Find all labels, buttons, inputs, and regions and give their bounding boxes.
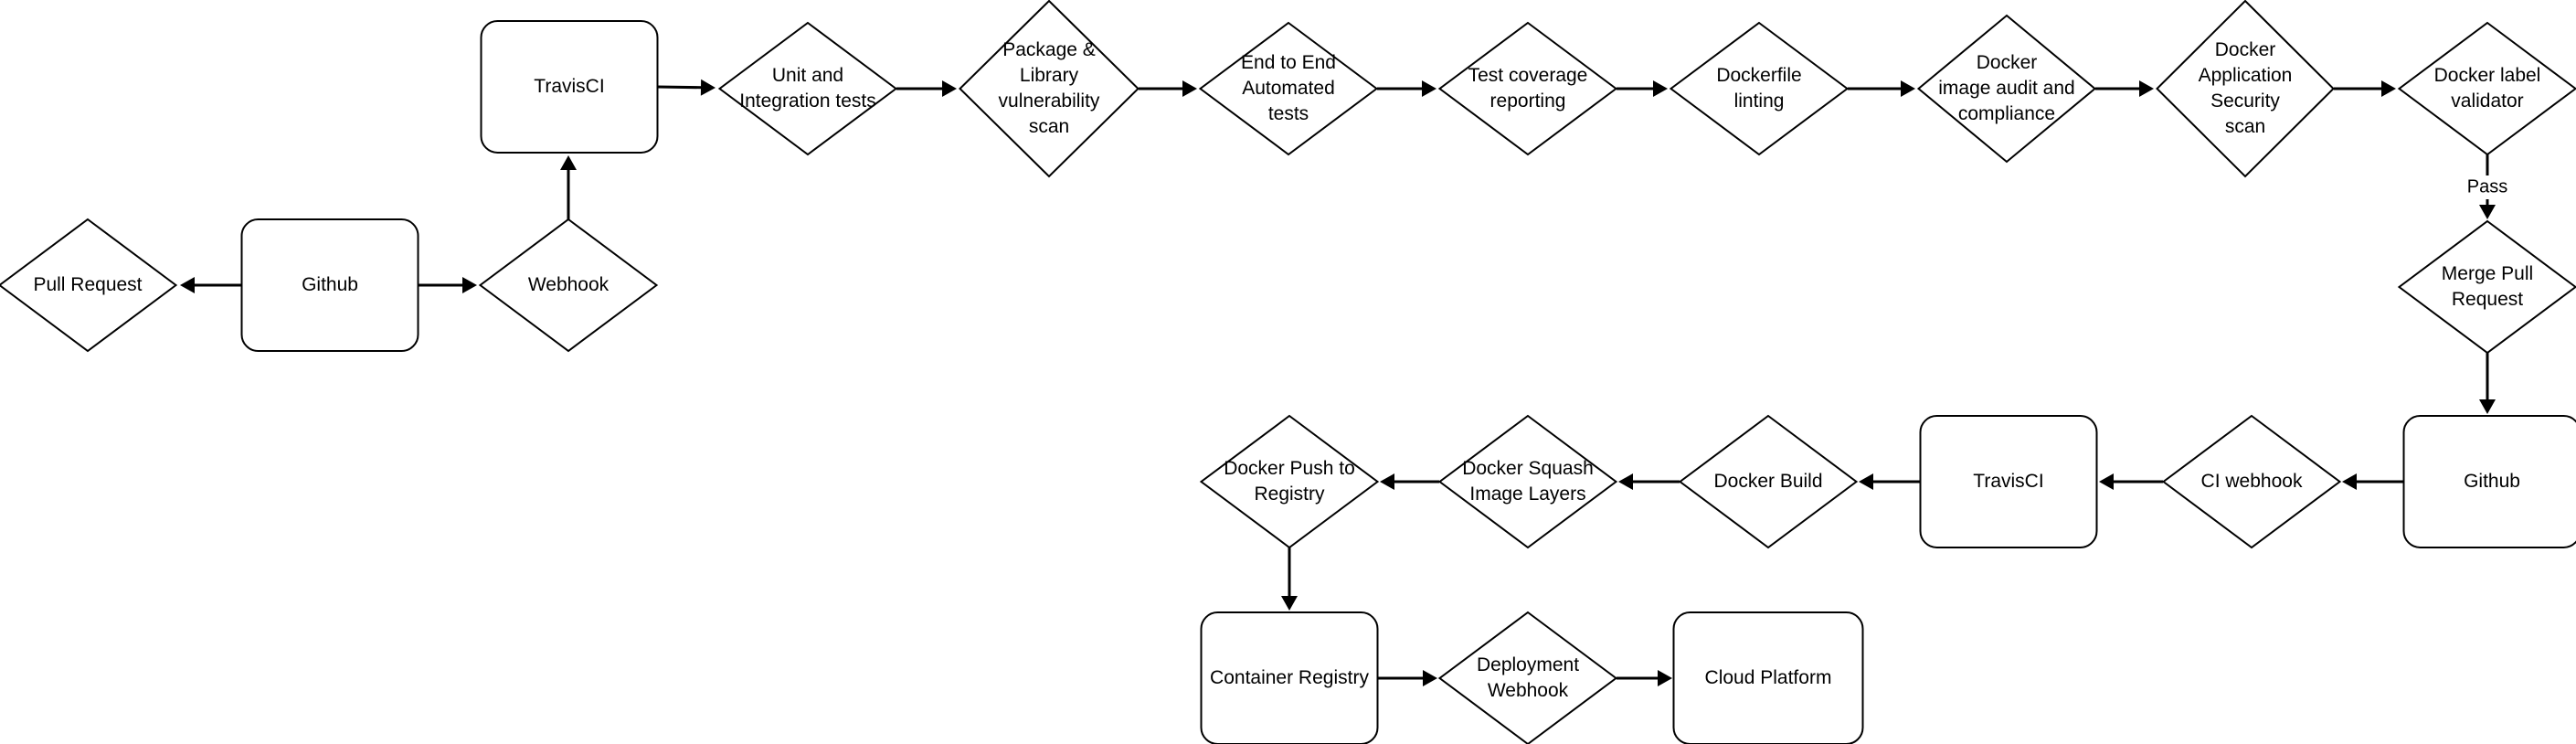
edge-image-audit-to-app-security-scan: [2095, 80, 2154, 97]
flowchart-svg: Pass Pull Request Github Webhook TravisCI Un…: [0, 0, 2576, 744]
decision-diamond-shape: [1669, 21, 1850, 156]
arrow-head-icon: [560, 155, 577, 170]
node-github-right[interactable]: Github: [2402, 415, 2576, 548]
edge-merge-pull-request-to-github-right: [2479, 353, 2496, 414]
arrow-head-icon: [1281, 596, 1298, 611]
node-label: Webhook: [528, 274, 610, 295]
node-label: Pull Request: [33, 274, 142, 295]
node-label-validator[interactable]: Docker label validator: [2397, 21, 2576, 156]
edge-deployment-webhook-to-cloud-platform: [1617, 670, 1672, 686]
node-label: Cloud Platform: [1705, 667, 1832, 688]
arrow-head-icon: [1422, 80, 1436, 97]
edge-docker-squash-to-docker-push: [1380, 473, 1439, 490]
flowchart-canvas: Pass Pull Request Github Webhook TravisCI Un…: [0, 0, 2576, 744]
node-image-audit[interactable]: Docker image audit and compliance: [1916, 14, 2097, 164]
node-package-library[interactable]: Package & Library vulnerability scan: [959, 0, 1140, 178]
node-label: Github: [302, 274, 358, 295]
edge-travisci-mid-to-docker-build: [1859, 473, 1920, 490]
node-label: Container Registry: [1210, 667, 1369, 688]
edge-test-coverage-to-dockerfile-linting: [1617, 80, 1668, 97]
arrow-head-icon: [700, 79, 716, 96]
decision-diamond-shape: [1437, 414, 1618, 549]
decision-diamond-shape: [2156, 0, 2335, 178]
decision-diamond-shape: [2397, 21, 2576, 156]
edge-dockerfile-linting-to-image-audit: [1848, 80, 1915, 97]
arrow-head-icon: [942, 80, 957, 97]
nodes-layer: Pull Request Github Webhook TravisCI Unit an…: [0, 0, 2576, 744]
arrow-head-icon: [1618, 473, 1633, 490]
node-label: Github: [2464, 471, 2520, 492]
node-docker-squash[interactable]: Docker Squash Image Layers: [1437, 414, 1618, 549]
node-container-registry[interactable]: Container Registry: [1200, 611, 1379, 744]
node-test-coverage[interactable]: Test coverage reporting: [1437, 21, 1618, 156]
node-github-left[interactable]: Github: [240, 218, 419, 352]
edge-ci-webhook-to-travisci-mid: [2099, 473, 2163, 490]
node-cloud-platform[interactable]: Cloud Platform: [1672, 611, 1864, 744]
node-travisci-top[interactable]: TravisCI: [480, 20, 659, 154]
node-unit-integration[interactable]: Unit and Integration tests: [717, 21, 898, 156]
edge-webhook-to-travisci-top: [560, 155, 577, 219]
node-label: TravisCI: [534, 76, 604, 97]
edge-label: Pass: [2467, 176, 2507, 197]
decision-diamond-shape: [959, 0, 1140, 178]
node-merge-pull-request[interactable]: Merge Pull Request: [2397, 219, 2576, 355]
arrow-head-icon: [462, 277, 477, 293]
edge-docker-push-to-container-registry: [1281, 547, 1298, 611]
arrow-head-icon: [1859, 473, 1873, 490]
arrow-head-icon: [2342, 473, 2357, 490]
node-dockerfile-linting[interactable]: Dockerfile linting: [1669, 21, 1850, 156]
edge-label-validator-to-merge-pull-request: Pass: [2462, 154, 2513, 219]
arrow-head-icon: [2479, 205, 2496, 219]
node-end-to-end[interactable]: End to End Automated tests: [1198, 21, 1379, 156]
decision-diamond-shape: [1437, 21, 1618, 156]
node-label: CI webhook: [2201, 471, 2303, 492]
arrow-head-icon: [1182, 80, 1197, 97]
node-label: Docker Build: [1713, 471, 1822, 492]
edge-docker-build-to-docker-squash: [1618, 473, 1680, 490]
edge-unit-integration-to-package-library: [896, 80, 957, 97]
edge-travisci-top-to-unit-integration: [656, 79, 716, 96]
arrow-head-icon: [2479, 399, 2496, 414]
arrow-head-icon: [1380, 473, 1394, 490]
edge-github-right-to-ci-webhook: [2342, 473, 2404, 490]
node-docker-build[interactable]: Docker Build: [1678, 414, 1859, 549]
edge-package-library-to-end-to-end: [1139, 80, 1197, 97]
node-webhook[interactable]: Webhook: [478, 218, 659, 353]
node-label: TravisCI: [1973, 471, 2043, 492]
node-app-security-scan[interactable]: Docker Application Security scan: [2156, 0, 2335, 178]
edge-line: [656, 85, 703, 90]
node-ci-webhook[interactable]: CI webhook: [2161, 414, 2342, 549]
decision-diamond-shape: [1437, 611, 1618, 744]
node-pull-request[interactable]: Pull Request: [0, 218, 178, 353]
decision-diamond-shape: [2397, 219, 2576, 355]
arrow-head-icon: [1901, 80, 1915, 97]
edge-container-registry-to-deployment-webhook: [1378, 670, 1437, 686]
arrow-head-icon: [1423, 670, 1437, 686]
decision-diamond-shape: [717, 21, 898, 156]
arrow-head-icon: [2099, 473, 2114, 490]
arrow-head-icon: [2381, 80, 2396, 97]
arrow-head-icon: [180, 277, 195, 293]
arrow-head-icon: [1653, 80, 1668, 97]
node-deployment-webhook[interactable]: Deployment Webhook: [1437, 611, 1618, 744]
arrow-head-icon: [2139, 80, 2154, 97]
edge-end-to-end-to-test-coverage: [1377, 80, 1436, 97]
edge-app-security-scan-to-label-validator: [2334, 80, 2396, 97]
node-travisci-mid[interactable]: TravisCI: [1919, 415, 2098, 548]
edge-github-left-to-webhook: [418, 277, 477, 293]
decision-diamond-shape: [1199, 414, 1380, 549]
edges-layer: Pass: [180, 79, 2513, 686]
edge-github-left-to-pull-request: [180, 277, 241, 293]
node-docker-push[interactable]: Docker Push to Registry: [1199, 414, 1380, 549]
arrow-head-icon: [1658, 670, 1672, 686]
